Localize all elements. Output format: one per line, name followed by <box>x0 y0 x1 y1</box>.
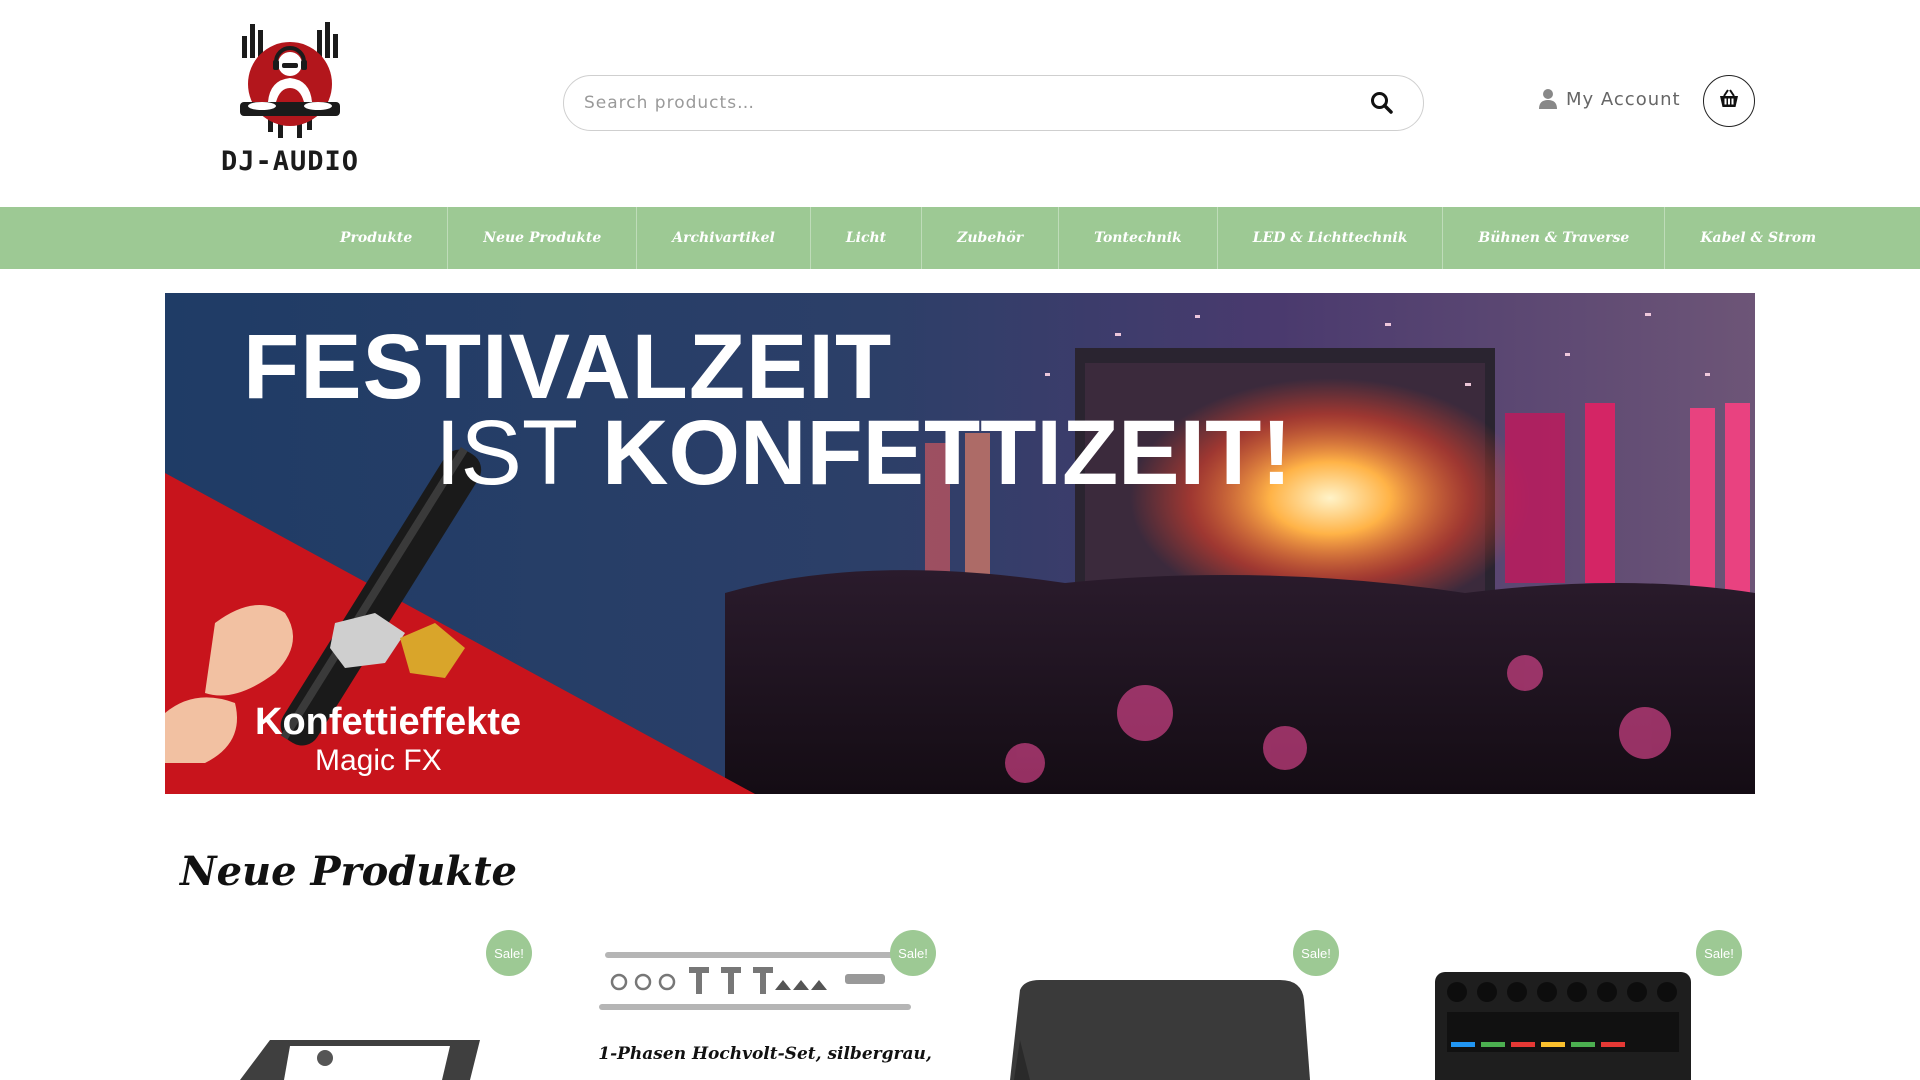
sale-badge: Sale! <box>486 930 532 976</box>
nav-item-label: Zubehör <box>957 230 1024 246</box>
nav-item-label: Neue Produkte <box>483 230 602 246</box>
nav-item-label: Licht <box>845 230 887 246</box>
sale-badge: Sale! <box>890 930 936 976</box>
my-account-link[interactable]: My Account <box>1538 86 1681 112</box>
site-header: DJ-AUDIO My Account <box>0 0 1920 207</box>
dj-logo-graphic <box>240 22 340 138</box>
hero-banner[interactable]: FESTIVALZEIT IST KONFETTIZEIT! Konfettie… <box>165 293 1755 794</box>
basket-icon <box>1718 88 1740 114</box>
product-name: 1-Phasen Hochvolt-Set, silbergrau, <box>598 1044 932 1064</box>
nav-item-label: Produkte <box>340 230 413 246</box>
product-card[interactable]: Sale! <box>1395 930 1755 1080</box>
main-navigation: Produkte Neue Produkte Archivartikel Lic… <box>0 207 1920 269</box>
banner-headline-2: IST KONFETTIZEIT! <box>435 401 1292 506</box>
nav-item-tontechnik[interactable]: Tontechnik <box>1059 207 1218 269</box>
cart-button[interactable] <box>1703 75 1755 127</box>
nav-item-produkte[interactable]: Produkte <box>305 207 449 269</box>
user-icon <box>1538 88 1558 110</box>
product-card[interactable]: Sale! <box>990 930 1350 1080</box>
site-logo[interactable]: DJ-AUDIO <box>210 18 370 178</box>
nav-item-licht[interactable]: Licht <box>811 207 923 269</box>
nav-item-label: Bühnen & Traverse <box>1478 230 1630 246</box>
section-title-neue-produkte: Neue Produkte <box>180 848 517 895</box>
banner-headline-bold: KONFETTIZEIT! <box>602 402 1292 504</box>
nav-item-label: Tontechnik <box>1094 230 1182 246</box>
logo-wordmark: DJ-AUDIO <box>220 146 360 177</box>
nav-item-kabel-strom[interactable]: Kabel & Strom <box>1665 207 1851 269</box>
search-input[interactable] <box>584 76 1324 129</box>
search-icon[interactable] <box>1369 90 1395 116</box>
my-account-label: My Account <box>1566 88 1681 110</box>
banner-subtitle: Konfettieffekte <box>255 701 522 743</box>
sale-badge: Sale! <box>1696 930 1742 976</box>
nav-item-neue-produkte[interactable]: Neue Produkte <box>448 207 638 269</box>
banner-headline-thin: IST <box>435 402 577 504</box>
nav-item-label: Archivartikel <box>672 230 775 246</box>
nav-item-label: Kabel & Strom <box>1700 230 1817 246</box>
nav-item-archivartikel[interactable]: Archivartikel <box>637 207 811 269</box>
nav-item-zubehoer[interactable]: Zubehör <box>922 207 1060 269</box>
nav-item-led-lichttechnik[interactable]: LED & Lichttechnik <box>1218 207 1444 269</box>
product-card[interactable]: 1-Phasen Hochvolt-Set, silbergrau, Sale! <box>585 930 945 1080</box>
nav-item-buehnen-traverse[interactable]: Bühnen & Traverse <box>1443 207 1666 269</box>
sale-badge: Sale! <box>1293 930 1339 976</box>
search-bar <box>563 75 1424 131</box>
product-card[interactable]: Sale! <box>180 930 540 1080</box>
banner-brand-line: Magic FX <box>315 744 442 777</box>
nav-item-label: LED & Lichttechnik <box>1252 230 1408 246</box>
